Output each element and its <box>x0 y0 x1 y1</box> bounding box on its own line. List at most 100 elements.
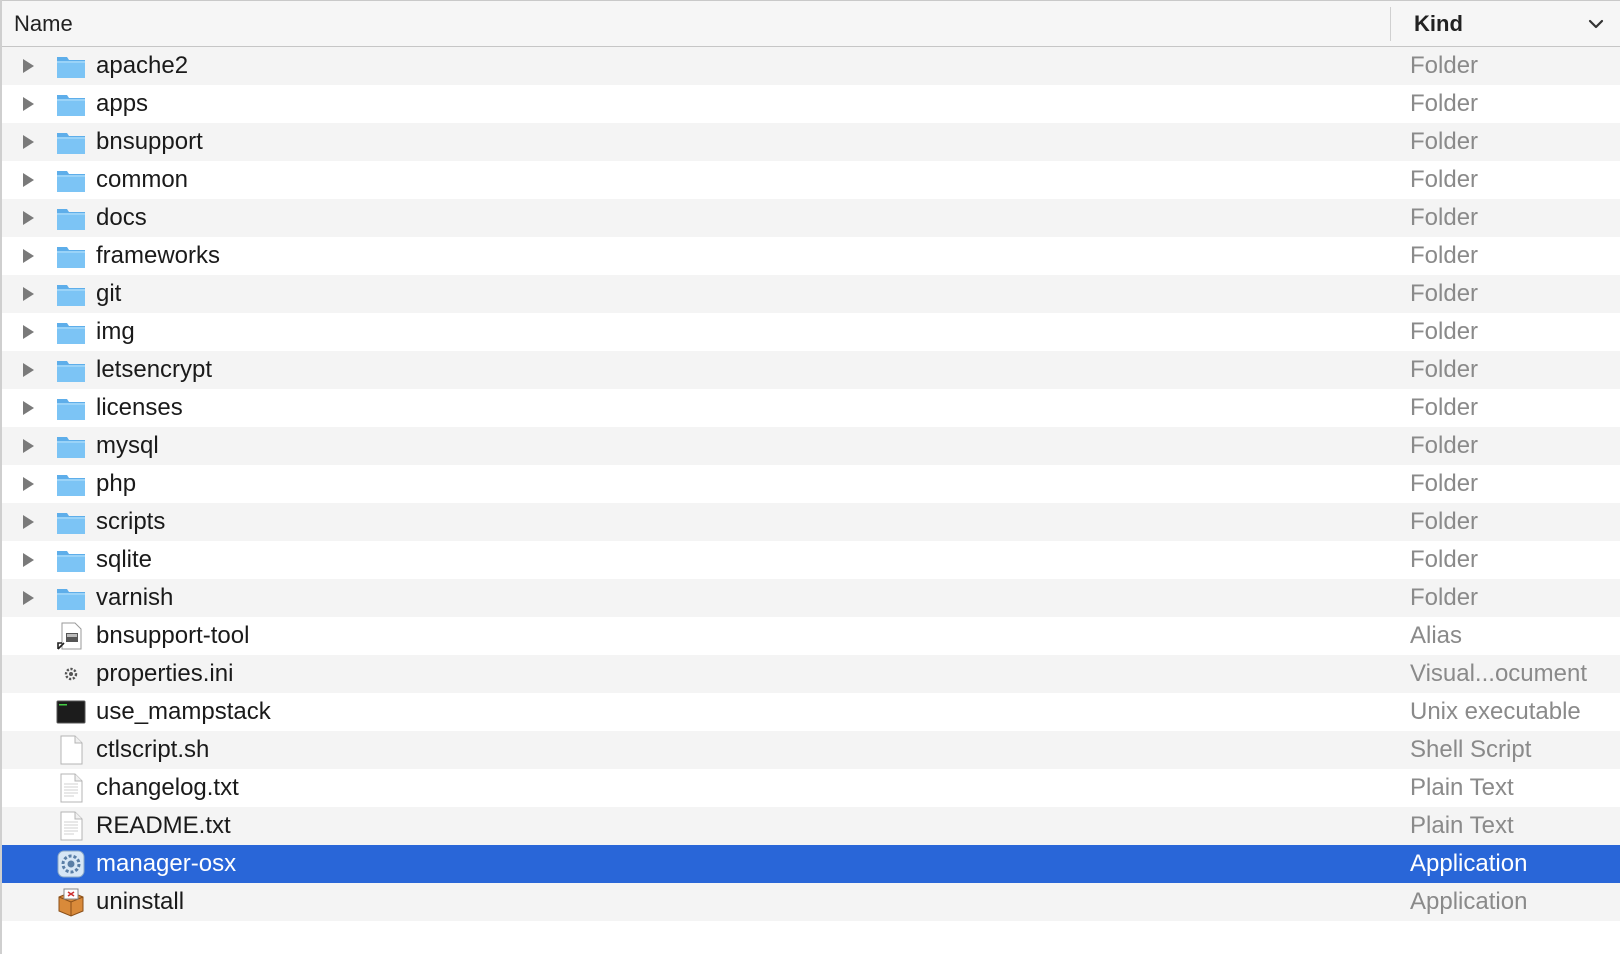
file-row[interactable]: use_mampstack Unix executable <box>2 693 1620 731</box>
name-column-header[interactable]: Name <box>14 1 73 47</box>
file-row[interactable]: frameworks Folder <box>2 237 1620 275</box>
folder-icon <box>56 393 86 423</box>
file-kind: Folder <box>1410 432 1479 459</box>
disclosure-triangle-icon[interactable] <box>20 286 36 302</box>
file-row[interactable]: ctlscript.sh Shell Script <box>2 731 1620 769</box>
file-kind: Folder <box>1410 356 1479 383</box>
file-name: common <box>96 166 189 193</box>
folder-icon <box>56 431 86 461</box>
file-row[interactable]: apps Folder <box>2 85 1620 123</box>
file-name: README.txt <box>96 812 231 839</box>
file-kind: Folder <box>1410 52 1479 79</box>
disclosure-triangle-icon[interactable] <box>20 96 36 112</box>
file-row[interactable]: README.txt Plain Text <box>2 807 1620 845</box>
column-divider[interactable] <box>1390 7 1391 41</box>
folder-icon <box>56 507 86 537</box>
disclosure-triangle-icon[interactable] <box>20 552 36 568</box>
finder-list-view: Name Kind apache2 Folder apps Folder bnsup… <box>0 0 1620 954</box>
file-kind: Application <box>1410 850 1528 877</box>
file-kind: Visual...ocument <box>1410 660 1587 687</box>
file-name: git <box>96 280 122 307</box>
disclosure-triangle-icon[interactable] <box>20 134 36 150</box>
disclosure-triangle-icon[interactable] <box>20 248 36 264</box>
folder-icon <box>56 469 86 499</box>
folder-icon <box>56 165 86 195</box>
file-kind: Folder <box>1410 128 1479 155</box>
file-kind: Plain Text <box>1410 774 1514 801</box>
file-row[interactable]: varnish Folder <box>2 579 1620 617</box>
file-name: apps <box>96 90 149 117</box>
file-list: apache2 Folder apps Folder bnsupport Folder… <box>2 47 1620 921</box>
file-name: manager-osx <box>96 850 237 877</box>
folder-icon <box>56 241 86 271</box>
file-row[interactable]: scripts Folder <box>2 503 1620 541</box>
file-name: frameworks <box>96 242 221 269</box>
disclosure-triangle-icon[interactable] <box>20 590 36 606</box>
file-name: letsencrypt <box>96 356 213 383</box>
file-row[interactable]: bnsupport Folder <box>2 123 1620 161</box>
file-kind: Folder <box>1410 90 1479 117</box>
file-row[interactable]: common Folder <box>2 161 1620 199</box>
disclosure-triangle-icon[interactable] <box>20 58 36 74</box>
file-row[interactable]: changelog.txt Plain Text <box>2 769 1620 807</box>
file-kind: Folder <box>1410 546 1479 573</box>
file-name: changelog.txt <box>96 774 239 801</box>
file-kind: Folder <box>1410 584 1479 611</box>
column-header-bar: Name Kind <box>2 0 1620 47</box>
file-kind: Folder <box>1410 242 1479 269</box>
file-kind: Folder <box>1410 166 1479 193</box>
folder-icon <box>56 545 86 575</box>
text-document-icon <box>56 773 86 803</box>
file-row[interactable]: letsencrypt Folder <box>2 351 1620 389</box>
file-row[interactable]: img Folder <box>2 313 1620 351</box>
terminal-icon <box>56 697 86 727</box>
file-kind: Folder <box>1410 394 1479 421</box>
disclosure-triangle-icon[interactable] <box>20 172 36 188</box>
box-app-icon <box>56 887 86 917</box>
file-row[interactable]: mysql Folder <box>2 427 1620 465</box>
gear-app-icon <box>56 849 86 879</box>
disclosure-triangle-icon[interactable] <box>20 438 36 454</box>
file-row[interactable]: sqlite Folder <box>2 541 1620 579</box>
disclosure-triangle-icon[interactable] <box>20 476 36 492</box>
file-kind: Plain Text <box>1410 812 1514 839</box>
file-name: use_mampstack <box>96 698 271 725</box>
file-name: licenses <box>96 394 183 421</box>
file-name: bnsupport <box>96 128 203 155</box>
file-name: sqlite <box>96 546 153 573</box>
disclosure-triangle-icon[interactable] <box>20 400 36 416</box>
disclosure-triangle-icon[interactable] <box>20 514 36 530</box>
file-kind: Alias <box>1410 622 1463 649</box>
folder-icon <box>56 127 86 157</box>
file-name: bnsupport-tool <box>96 622 250 649</box>
file-row[interactable]: bnsupport-tool Alias <box>2 617 1620 655</box>
blank-document-icon <box>56 735 86 765</box>
file-name: properties.ini <box>96 660 234 687</box>
text-document-icon <box>56 811 86 841</box>
file-row[interactable]: docs Folder <box>2 199 1620 237</box>
disclosure-triangle-icon[interactable] <box>20 324 36 340</box>
kind-column-header[interactable]: Kind <box>1414 1 1463 47</box>
disclosure-triangle-icon[interactable] <box>20 362 36 378</box>
chevron-down-icon[interactable] <box>1588 17 1604 31</box>
folder-icon <box>56 317 86 347</box>
file-row[interactable]: manager-osx Application <box>2 845 1620 883</box>
file-name: docs <box>96 204 147 231</box>
file-row[interactable]: licenses Folder <box>2 389 1620 427</box>
folder-icon <box>56 203 86 233</box>
file-row[interactable]: uninstall Application <box>2 883 1620 921</box>
disclosure-triangle-icon[interactable] <box>20 210 36 226</box>
file-name: ctlscript.sh <box>96 736 210 763</box>
folder-icon <box>56 355 86 385</box>
file-kind: Folder <box>1410 508 1479 535</box>
settings-document-icon <box>56 659 86 689</box>
file-row[interactable]: php Folder <box>2 465 1620 503</box>
file-row[interactable]: git Folder <box>2 275 1620 313</box>
folder-icon <box>56 279 86 309</box>
file-row[interactable]: apache2 Folder <box>2 47 1620 85</box>
file-kind: Folder <box>1410 470 1479 497</box>
file-name: apache2 <box>96 52 189 79</box>
file-row[interactable]: properties.ini Visual...ocument <box>2 655 1620 693</box>
file-name: mysql <box>96 432 159 459</box>
file-name: php <box>96 470 137 497</box>
